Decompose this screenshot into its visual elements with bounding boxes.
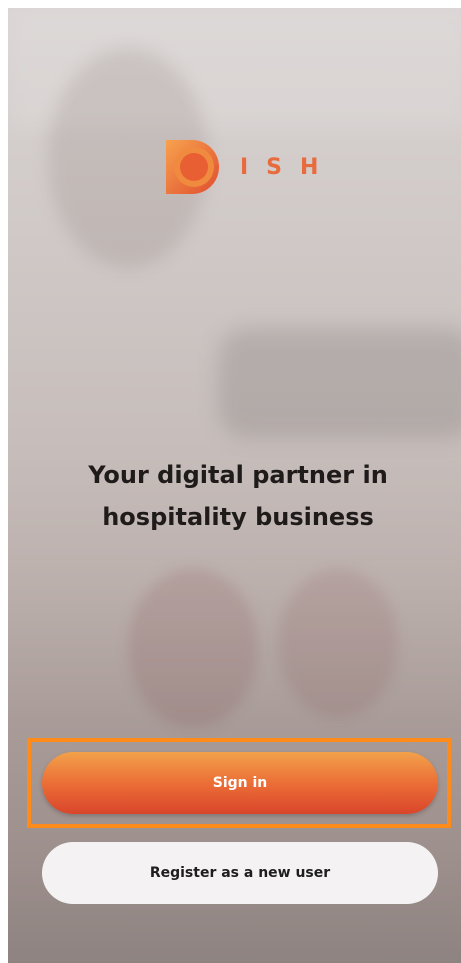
tagline: Your digital partner in hospitality busi…	[48, 454, 428, 538]
brand-name: ISH	[240, 154, 337, 180]
sign-in-label: Sign in	[212, 775, 268, 791]
tagline-line-2: hospitality business	[102, 503, 374, 531]
dish-logo-icon	[166, 140, 219, 194]
dish-logo: ISH	[160, 132, 336, 202]
background-wine-glass	[278, 568, 398, 718]
sign-in-button[interactable]: Sign in	[42, 752, 438, 814]
background-shape	[218, 328, 461, 438]
background-wine-glass	[128, 568, 258, 728]
tagline-line-1: Your digital partner in	[88, 461, 388, 489]
register-button[interactable]: Register as a new user	[42, 842, 438, 904]
register-label: Register as a new user	[149, 865, 331, 881]
app-screen: ISH Your digital partner in hospitality …	[8, 8, 461, 963]
